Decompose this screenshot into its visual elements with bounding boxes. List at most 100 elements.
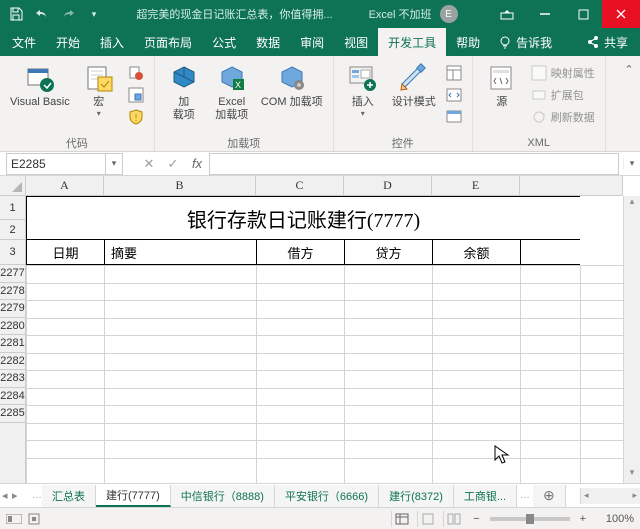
sheet-tab-summary[interactable]: 汇总表 [42,485,96,507]
row-2279[interactable]: 2279 [0,300,25,318]
col-E[interactable]: E [432,176,520,195]
svg-text:X: X [235,80,241,90]
tellme-button[interactable]: 告诉我 [490,34,560,51]
zoom-level[interactable]: 100% [596,513,634,525]
row-2[interactable]: 2 [0,220,25,240]
page-break-view-button[interactable] [443,511,463,527]
sheet-tab-citic[interactable]: 中信银行（8888) [171,485,275,507]
refresh-data-button: 刷新数据 [527,106,599,128]
undo-icon[interactable] [30,2,54,26]
sheet-tab-ccb7777[interactable]: 建行(7777) [96,485,171,507]
col-D[interactable]: D [344,176,432,195]
xml-source-button[interactable]: 源 [479,60,525,111]
com-addins-icon [276,62,308,94]
addins-button[interactable]: 加 载项 [161,60,207,124]
col-B[interactable]: B [104,176,256,195]
vb-icon [24,62,56,94]
col-C[interactable]: C [256,176,344,195]
tab-layout[interactable]: 页面布局 [134,28,202,56]
tab-review[interactable]: 审阅 [290,28,334,56]
cell-grid[interactable]: 银行存款日记账建行(7777) 日期 摘要 借方 贷方 余额 [26,196,623,483]
tab-insert[interactable]: 插入 [90,28,134,56]
row-2282[interactable]: 2282 [0,353,25,371]
sheet-tab-ccb8372[interactable]: 建行(8372) [379,485,454,507]
sheet-tab-pingan[interactable]: 平安银行（6666) [275,485,379,507]
excel-addins-button[interactable]: X Excel 加载项 [209,60,255,124]
visual-basic-button[interactable]: Visual Basic [6,60,74,111]
name-box[interactable]: E2285 [6,153,106,175]
redo-icon[interactable] [56,2,80,26]
row-2278[interactable]: 2278 [0,283,25,301]
tab-developer[interactable]: 开发工具 [378,28,446,56]
vertical-scrollbar[interactable]: ▴ ▾ [623,196,640,483]
normal-view-button[interactable] [391,511,411,527]
record-macro-button[interactable] [124,62,148,84]
tab-data[interactable]: 数据 [246,28,290,56]
row-2283[interactable]: 2283 [0,370,25,388]
macro-security-button[interactable]: ! [124,106,148,128]
horizontal-scrollbar[interactable]: ◂▸ [580,488,640,504]
header-date[interactable]: 日期 [26,239,105,265]
design-mode-icon [398,62,430,94]
collapse-ribbon-button[interactable]: ⌃ [620,60,638,78]
header-balance[interactable]: 余额 [432,239,521,265]
formula-bar-expand[interactable]: ▾ [623,158,640,169]
column-headers[interactable]: A B C D E [26,176,623,196]
select-all-corner[interactable] [0,176,26,196]
svg-text:!: ! [134,113,137,124]
cancel-entry-button[interactable]: ✕ [137,152,161,176]
ribbon-options-icon[interactable] [488,0,526,28]
run-dialog-button[interactable] [442,106,466,128]
col-F[interactable] [520,176,623,195]
design-mode-button[interactable]: 设计模式 [388,60,440,111]
tab-help[interactable]: 帮助 [446,28,490,56]
col-A[interactable]: A [26,176,104,195]
row-2280[interactable]: 2280 [0,318,25,336]
qat-dropdown-icon[interactable]: ▾ [82,2,106,26]
zoom-out-button[interactable]: − [469,513,483,525]
header-blank[interactable] [520,239,580,265]
row-2281[interactable]: 2281 [0,335,25,353]
user-badge[interactable]: E [440,5,458,23]
row-1[interactable]: 1 [0,196,25,220]
group-controls-label: 控件 [392,135,414,151]
tab-view[interactable]: 视图 [334,28,378,56]
row-2284[interactable]: 2284 [0,388,25,406]
com-addins-button[interactable]: COM 加载项 [257,60,327,111]
sheet-nav-prev[interactable]: ◂ [2,489,12,502]
header-debit[interactable]: 借方 [256,239,345,265]
maximize-button[interactable] [564,0,602,28]
sheet-tab-icbc[interactable]: 工商银... [454,485,517,507]
save-icon[interactable] [4,2,28,26]
header-credit[interactable]: 贷方 [344,239,433,265]
close-button[interactable] [602,0,640,28]
excel-addins-icon: X [216,62,248,94]
add-sheet-button[interactable]: ⊕ [533,485,566,507]
tab-formulas[interactable]: 公式 [202,28,246,56]
share-button[interactable]: 共享 [576,28,638,56]
confirm-entry-button[interactable]: ✓ [161,152,185,176]
page-layout-view-button[interactable] [417,511,437,527]
zoom-slider[interactable] [490,517,570,521]
minimize-button[interactable] [526,0,564,28]
sheet-nav-next[interactable]: ▸ [12,489,22,502]
insert-control-button[interactable]: 插入 ▾ [340,60,386,121]
row-headers[interactable]: 123227722782279228022812282228322842285 [0,196,26,483]
tab-file[interactable]: 文件 [2,28,46,56]
name-box-dropdown[interactable]: ▾ [106,153,123,175]
view-code-button[interactable] [442,84,466,106]
row-3[interactable]: 3 [0,240,25,265]
zoom-in-button[interactable]: + [576,513,590,525]
macro-record-status-icon[interactable] [28,513,40,525]
formula-bar[interactable] [209,153,619,175]
properties-button[interactable] [442,62,466,84]
group-addins-label: 加载项 [227,135,260,151]
header-summary[interactable]: 摘要 [104,239,257,265]
fx-button[interactable]: fx [185,152,209,176]
row-2285[interactable]: 2285 [0,405,25,423]
sheet-title[interactable]: 银行存款日记账建行(7777) [26,196,580,240]
relative-ref-button[interactable] [124,84,148,106]
row-2277[interactable]: 2277 [0,265,25,283]
tab-home[interactable]: 开始 [46,28,90,56]
macros-button[interactable]: 宏 ▾ [76,60,122,121]
